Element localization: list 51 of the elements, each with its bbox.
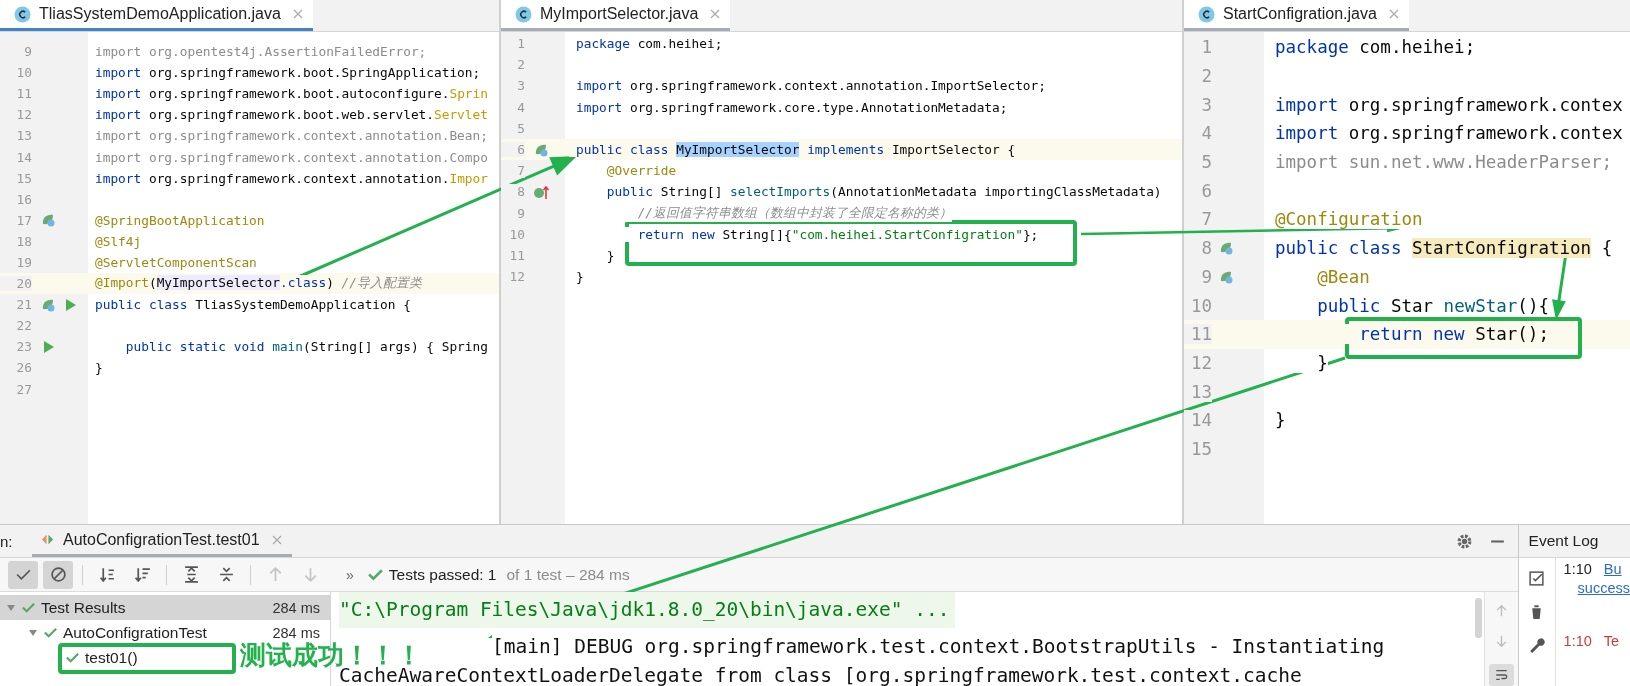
line-number: 20 [0,276,32,292]
test-icon [40,532,55,547]
line-number: 6 [501,142,525,158]
class-icon [1198,5,1215,23]
bean-icon[interactable] [1218,240,1234,257]
test-duration: 284 ms [272,624,320,641]
event-time: 1:10 [1563,633,1592,649]
expand-all-icon [182,566,200,583]
annotation-text: 测试成功！！！ [240,642,422,668]
event-link[interactable]: success [1577,580,1630,596]
test-summary: of 1 test – 284 ms [506,565,630,584]
test-status: Tests passed: 1 [388,565,497,584]
collapse-icon[interactable] [28,627,38,638]
check-icon [65,650,80,665]
implements-icon[interactable] [533,183,549,200]
tree-item-label[interactable]: test01() [85,648,138,667]
tree-item-label[interactable]: AutoConfigrationTest [63,623,207,642]
editor-tab[interactable]: StartConfigration.java [1184,0,1409,31]
test-duration: 284 ms [272,599,320,616]
class-icon [14,5,31,23]
event-time: 1:10 [1563,561,1592,577]
check-icon [43,625,58,640]
event-link[interactable]: Bu [1603,561,1622,577]
sort-icon [98,566,116,583]
wrench-icon[interactable] [1528,636,1546,653]
close-icon[interactable] [271,534,282,545]
checklist-icon[interactable] [1528,570,1546,587]
close-icon[interactable] [292,9,303,19]
tree-item-label[interactable]: Test Results [41,598,126,617]
selected-row[interactable]: Test Results 284 ms [0,595,330,620]
sort-icon [133,566,151,583]
check-icon [21,600,36,615]
show-passed-button[interactable] [8,560,38,589]
more-button[interactable]: » [346,566,354,583]
close-icon[interactable] [1388,9,1399,19]
event-message: Te [1603,633,1620,649]
editor-tab[interactable]: TliasSystemDemoApplication.java [0,0,313,31]
editor-tab[interactable]: MyImportSelector.java [501,0,731,31]
collapse-all-icon [217,566,235,583]
scrollbar[interactable] [1474,598,1482,638]
line-number: 11 [1184,324,1212,345]
wrap-icon[interactable] [1488,664,1514,686]
collapse-icon[interactable] [6,602,16,613]
class-icon [515,5,532,23]
bean-icon[interactable] [40,212,56,229]
panel-title: Event Log [1528,532,1599,550]
settings-icon[interactable] [1455,532,1473,550]
no-entry-icon [49,566,67,583]
show-ignored-button[interactable] [43,560,73,589]
panel-label: n: [0,532,14,550]
close-icon[interactable] [710,9,721,19]
